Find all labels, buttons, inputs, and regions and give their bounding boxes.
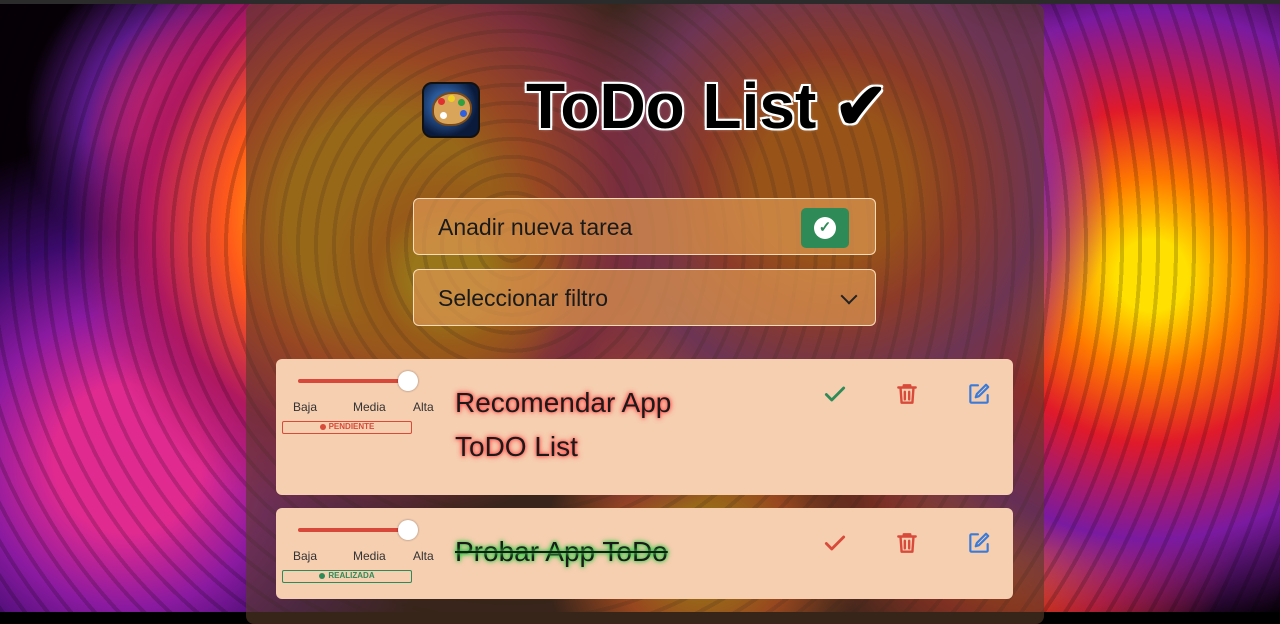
- status-badge: PENDIENTE: [282, 421, 412, 434]
- priority-label-high: Alta: [413, 549, 434, 563]
- status-badge-text: PENDIENTE: [328, 422, 375, 431]
- check-circle-icon: ✓: [814, 217, 836, 239]
- check-icon: [824, 535, 846, 551]
- priority-slider-thumb[interactable]: [398, 371, 418, 391]
- priority-slider[interactable]: Baja Media Alta: [293, 520, 434, 563]
- delete-task-button[interactable]: [894, 381, 920, 407]
- edit-icon: [969, 383, 990, 404]
- complete-task-button[interactable]: [822, 530, 848, 556]
- priority-slider[interactable]: Baja Media Alta: [293, 371, 434, 414]
- app-header: ToDo List ✔: [422, 70, 922, 142]
- priority-label-high: Alta: [413, 400, 434, 414]
- paint-dot: [458, 99, 465, 106]
- add-task-label: Anadir nueva tarea: [438, 214, 633, 240]
- delete-task-button[interactable]: [894, 530, 920, 556]
- app-logo-icon: [422, 82, 480, 138]
- filter-selected-value: Seleccionar filtro: [438, 285, 609, 311]
- paint-dot: [448, 95, 455, 102]
- status-dot-icon: [319, 572, 326, 579]
- trash-icon: [897, 384, 917, 404]
- paint-dot: [460, 110, 467, 117]
- filter-select[interactable]: Seleccionar filtro: [413, 269, 876, 326]
- priority-label-low: Baja: [293, 400, 318, 414]
- task-card: Baja Media Alta REALIZADA Probar App ToD…: [276, 508, 1013, 599]
- priority-label-medium: Media: [353, 549, 386, 563]
- chevron-down-icon: [840, 287, 858, 305]
- priority-slider-track: [298, 379, 408, 383]
- add-task-field[interactable]: Anadir nueva tarea ✓: [413, 198, 876, 255]
- add-task-button[interactable]: ✓: [801, 208, 849, 248]
- edit-task-button[interactable]: [966, 381, 992, 407]
- check-icon: [824, 386, 846, 402]
- task-text: Recomendar App ToDO List: [455, 387, 672, 462]
- priority-slider-thumb[interactable]: [398, 520, 418, 540]
- paint-dot: [438, 98, 445, 105]
- page-title: ToDo List ✔: [526, 70, 888, 142]
- priority-slider-track: [298, 528, 408, 532]
- task-card: Baja Media Alta PENDIENTE Recomendar App…: [276, 359, 1013, 495]
- priority-label-medium: Media: [353, 400, 386, 414]
- paint-dot: [440, 112, 447, 119]
- priority-label-low: Baja: [293, 549, 318, 563]
- status-badge: REALIZADA: [282, 570, 412, 583]
- trash-icon: [897, 533, 917, 553]
- edit-task-button[interactable]: [966, 530, 992, 556]
- status-badge-text: REALIZADA: [328, 571, 375, 580]
- complete-task-button[interactable]: [822, 381, 848, 407]
- edit-icon: [969, 532, 990, 553]
- task-text: Probar App ToDo: [455, 536, 668, 567]
- status-dot-icon: [319, 423, 326, 430]
